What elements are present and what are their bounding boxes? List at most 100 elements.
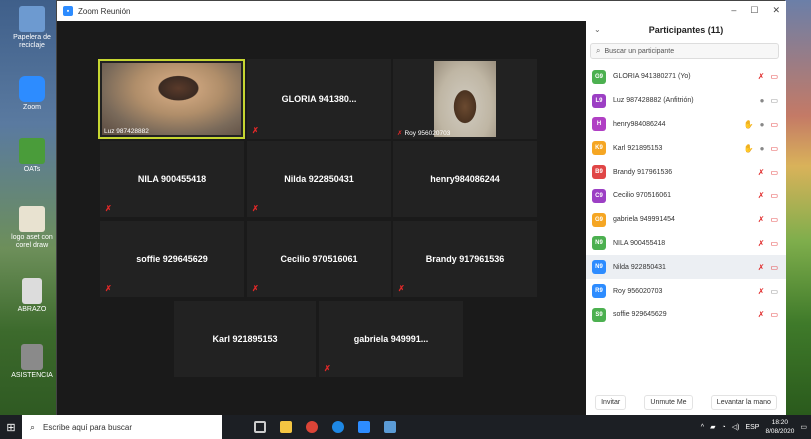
document-icon: [22, 278, 42, 304]
notifications-icon[interactable]: ▭: [800, 423, 807, 431]
volume-icon[interactable]: ◁): [732, 423, 740, 431]
clock-date: 8/08/2020: [765, 428, 795, 435]
task-view-icon[interactable]: [254, 421, 266, 433]
raised-hand-icon: ✋: [743, 143, 754, 153]
avatar: G9: [592, 212, 606, 227]
system-tray: ^ ▰ ◔ ◁) ESP 18:20 8/08/2020 ▭: [701, 415, 807, 439]
network-icon[interactable]: ▰: [710, 423, 715, 431]
taskbar-clock[interactable]: 18:20 8/08/2020: [765, 418, 794, 436]
raise-hand-button[interactable]: Levantar la mano: [710, 395, 777, 410]
taskbar: ⊞ ⌕ Escribe aquí para buscar ^ ▰ ◔ ◁) ES…: [0, 415, 811, 439]
chevron-up-icon[interactable]: ^: [701, 424, 704, 431]
maximize-icon[interactable]: ☐: [750, 5, 758, 16]
zoom-taskbar-icon[interactable]: [358, 421, 370, 433]
muted-mic-icon: ✗: [757, 238, 765, 248]
muted-mic-icon: ✗: [105, 284, 112, 293]
video-tile[interactable]: henry984086244: [393, 141, 537, 217]
participant-video: [434, 61, 496, 137]
video-off-icon: ▭: [770, 167, 778, 177]
unmute-me-button[interactable]: Unmute Me: [644, 395, 693, 410]
avatar: R9: [592, 284, 606, 299]
invite-button[interactable]: Invitar: [595, 395, 627, 410]
participant-row[interactable]: H henry984086244 ✋ ● ▭: [586, 113, 786, 137]
search-placeholder: Buscar un participante: [604, 47, 675, 55]
desktop-icon-logo-aset[interactable]: logo aset con corel draw: [4, 206, 60, 250]
video-tile[interactable]: Cecilio 970516061 ✗: [247, 221, 391, 297]
tile-name-label: Luz 987428882: [104, 128, 149, 135]
participant-name: GLORIA 941380271 (Yo): [613, 73, 691, 81]
photos-icon[interactable]: [384, 421, 396, 433]
minimize-icon[interactable]: –: [731, 5, 736, 16]
muted-mic-icon: ✗: [252, 284, 259, 293]
desktop-icon-zoom[interactable]: Zoom: [4, 76, 60, 112]
participant-row[interactable]: B9 Brandy 917961536 ✗ ▭: [586, 160, 786, 184]
muted-mic-icon: ✗: [757, 191, 765, 201]
desktop-icon-oats[interactable]: OATs: [4, 138, 60, 174]
tile-name: Roy 956020703: [404, 130, 451, 137]
avatar: K9: [592, 141, 606, 156]
participant-name: gabriela 949991454: [613, 216, 675, 224]
tile-name: GLORIA 941380...: [281, 94, 357, 104]
muted-mic-icon: ✗: [757, 310, 765, 320]
participant-search-input[interactable]: ⌕ Buscar un participante: [590, 43, 779, 59]
avatar: H: [592, 117, 606, 132]
participant-row[interactable]: L9 Luz 987428882 (Anfitrión) ● ▭: [586, 89, 786, 113]
participant-row[interactable]: S9 soffie 929645629 ✗ ▭: [586, 303, 786, 327]
video-tile[interactable]: gabriela 949991... ✗: [319, 301, 463, 377]
muted-mic-icon: ✗: [757, 215, 765, 225]
participant-name: Cecilio 970516061: [613, 192, 671, 200]
image-file-icon: [19, 206, 45, 232]
participant-row[interactable]: N9 NILA 900455418 ✗ ▭: [586, 232, 786, 256]
language-indicator[interactable]: ESP: [745, 424, 759, 431]
participant-row[interactable]: K9 Karl 921895153 ✋ ● ▭: [586, 136, 786, 160]
video-icon: ▭: [770, 286, 778, 296]
chrome-icon[interactable]: [306, 421, 318, 433]
search-icon: ⌕: [30, 421, 36, 432]
video-tile[interactable]: Luz 987428882: [98, 59, 245, 139]
participant-name: NILA 900455418: [613, 239, 666, 247]
tile-name: Luz 987428882: [104, 128, 149, 135]
zoom-icon: [19, 76, 45, 102]
video-off-icon: ▭: [770, 72, 778, 82]
video-tile[interactable]: Nilda 922850431 ✗: [247, 141, 391, 217]
desktop-icon-recycle-bin[interactable]: Papelera de reciclaje: [4, 6, 60, 50]
window-controls: – ☐ ✕: [731, 5, 780, 16]
tile-name: Nilda 922850431: [284, 174, 354, 184]
video-tile[interactable]: Karl 921895153: [174, 301, 316, 377]
participant-row[interactable]: C9 Cecilio 970516061 ✗ ▭: [586, 184, 786, 208]
mic-icon: ●: [759, 119, 765, 129]
participant-row[interactable]: R9 Roy 956020703 ✗ ▭: [586, 279, 786, 303]
file-explorer-icon[interactable]: [280, 421, 292, 433]
clock-time: 18:20: [771, 419, 789, 426]
wifi-icon[interactable]: ◔: [721, 424, 725, 431]
zoom-logo-icon: ▪: [63, 6, 73, 16]
video-tile[interactable]: NILA 900455418 ✗: [100, 141, 244, 217]
video-tile[interactable]: GLORIA 941380... ✗: [247, 59, 391, 139]
participant-name: Nilda 922850431: [613, 263, 666, 271]
participant-row[interactable]: G9 GLORIA 941380271 (Yo) ✗ ▭: [586, 65, 786, 89]
video-tile[interactable]: soffie 929645629 ✗: [100, 221, 244, 297]
video-gallery: Luz 987428882 GLORIA 941380... ✗ ✗ Roy 95…: [57, 21, 586, 416]
close-icon[interactable]: ✕: [772, 5, 780, 16]
video-tile[interactable]: ✗ Roy 956020703: [393, 59, 537, 139]
edge-icon[interactable]: [332, 421, 344, 433]
avatar: C9: [592, 188, 606, 203]
avatar: G9: [592, 69, 606, 84]
taskbar-search-placeholder: Escribe aquí para buscar: [43, 422, 132, 432]
recycle-bin-icon: [19, 6, 45, 32]
taskbar-search-input[interactable]: ⌕ Escribe aquí para buscar: [22, 415, 222, 439]
windows-start-icon[interactable]: ⊞: [0, 415, 22, 439]
desktop-icon-asistencia[interactable]: ASISTENCIA: [4, 344, 60, 380]
video-off-icon: ▭: [770, 191, 778, 201]
desktop-icon-label: ASISTENCIA: [11, 372, 53, 379]
window-title: Zoom Reunión: [78, 6, 131, 16]
video-off-icon: ▭: [770, 143, 778, 153]
participant-row[interactable]: N9 Nilda 922850431 ✗ ▭: [586, 255, 786, 280]
participant-name: Brandy 917961536: [613, 168, 673, 176]
video-tile[interactable]: Brandy 917961536 ✗: [393, 221, 537, 297]
desktop-icon-abrazo[interactable]: ABRAZO: [4, 278, 60, 314]
document-icon: [21, 344, 43, 370]
participant-row[interactable]: G9 gabriela 949991454 ✗ ▭: [586, 208, 786, 232]
participant-name: Luz 987428882 (Anfitrión): [613, 97, 694, 105]
mic-icon: ●: [759, 143, 765, 153]
